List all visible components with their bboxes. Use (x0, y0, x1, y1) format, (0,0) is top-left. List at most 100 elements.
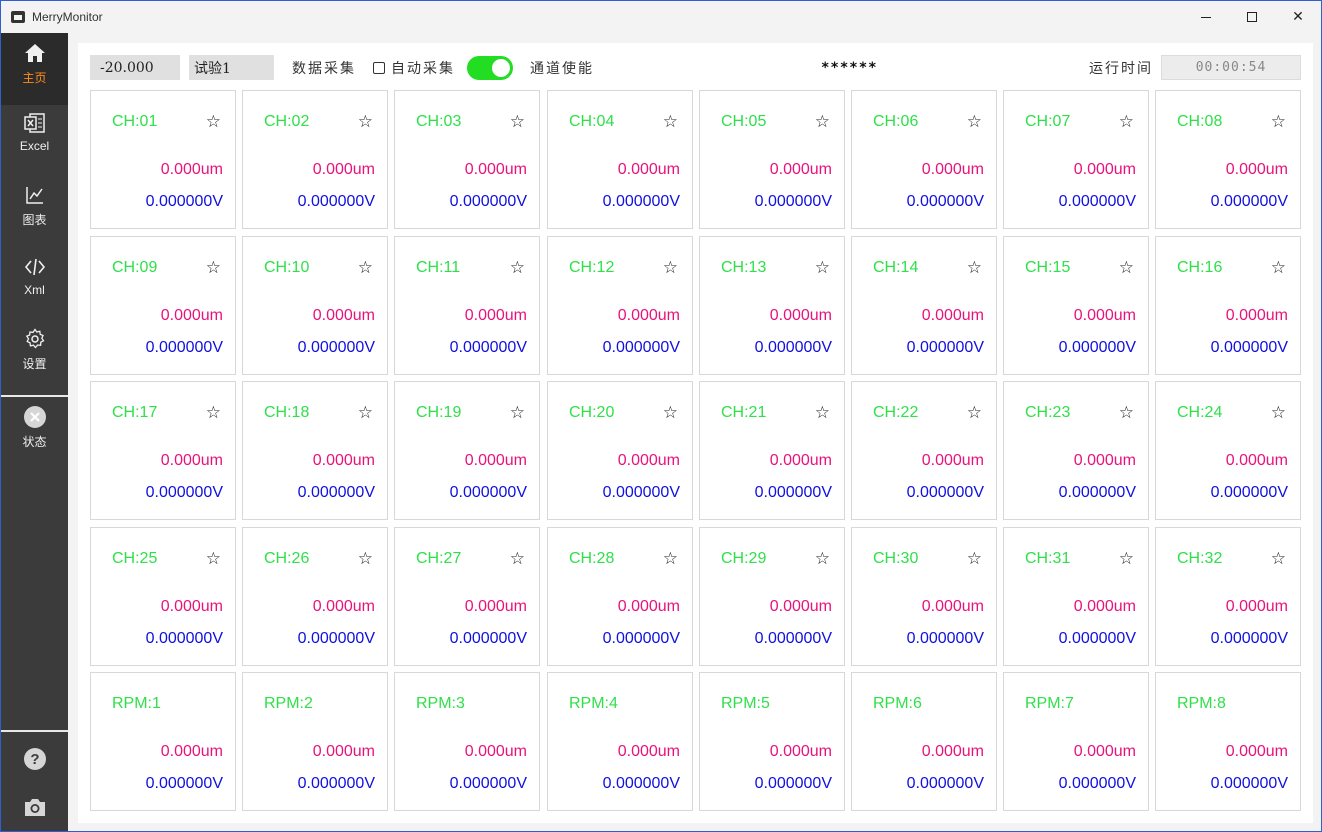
channel-card[interactable]: CH:29 ☆ 0.000um 0.000000V (699, 527, 845, 666)
channel-card[interactable]: CH:23 ☆ 0.000um 0.000000V (1003, 381, 1149, 520)
channel-card[interactable]: CH:32 ☆ 0.000um 0.000000V (1155, 527, 1301, 666)
channel-displacement: 0.000um (617, 598, 680, 615)
star-icon[interactable]: ☆ (815, 258, 830, 278)
star-icon[interactable]: ☆ (510, 549, 525, 569)
star-icon[interactable]: ☆ (1119, 549, 1134, 569)
channel-card[interactable]: CH:26 ☆ 0.000um 0.000000V (242, 527, 388, 666)
channel-displacement: 0.000um (769, 452, 832, 469)
channel-card[interactable]: RPM:5 0.000um 0.000000V (699, 672, 845, 811)
channel-card[interactable]: CH:15 ☆ 0.000um 0.000000V (1003, 236, 1149, 375)
channel-card[interactable]: CH:31 ☆ 0.000um 0.000000V (1003, 527, 1149, 666)
star-icon[interactable]: ☆ (967, 258, 982, 278)
channel-card[interactable]: CH:28 ☆ 0.000um 0.000000V (547, 527, 693, 666)
minimize-button[interactable] (1183, 1, 1229, 33)
channel-card[interactable]: CH:21 ☆ 0.000um 0.000000V (699, 381, 845, 520)
value-input[interactable]: -20.000 (90, 55, 180, 80)
channel-card[interactable]: CH:10 ☆ 0.000um 0.000000V (242, 236, 388, 375)
star-icon[interactable]: ☆ (1119, 112, 1134, 132)
sidebar-item-settings[interactable]: 设置 (1, 327, 68, 393)
channel-card[interactable]: RPM:3 0.000um 0.000000V (394, 672, 540, 811)
channel-card[interactable]: RPM:2 0.000um 0.000000V (242, 672, 388, 811)
channel-card[interactable]: CH:06 ☆ 0.000um 0.000000V (851, 90, 997, 229)
close-button[interactable]: ✕ (1275, 1, 1321, 33)
channel-card[interactable]: CH:11 ☆ 0.000um 0.000000V (394, 236, 540, 375)
star-icon[interactable]: ☆ (510, 403, 525, 423)
channel-voltage: 0.000000V (602, 630, 680, 647)
channel-card[interactable]: CH:07 ☆ 0.000um 0.000000V (1003, 90, 1149, 229)
star-icon[interactable]: ☆ (1271, 112, 1286, 132)
star-icon[interactable]: ☆ (1271, 258, 1286, 278)
channel-card[interactable]: CH:16 ☆ 0.000um 0.000000V (1155, 236, 1301, 375)
data-collect-button[interactable]: 数据采集 (292, 58, 356, 78)
channel-name: CH:28 (569, 550, 615, 567)
star-icon[interactable]: ☆ (206, 403, 221, 423)
channel-card[interactable]: CH:13 ☆ 0.000um 0.000000V (699, 236, 845, 375)
channel-card[interactable]: CH:12 ☆ 0.000um 0.000000V (547, 236, 693, 375)
star-icon[interactable]: ☆ (358, 403, 373, 423)
star-icon[interactable]: ☆ (663, 403, 678, 423)
experiment-name-input[interactable]: 试验1 (189, 55, 274, 80)
star-icon[interactable]: ☆ (1271, 549, 1286, 569)
star-icon[interactable]: ☆ (663, 112, 678, 132)
channel-card[interactable]: RPM:6 0.000um 0.000000V (851, 672, 997, 811)
channel-card[interactable]: RPM:1 0.000um 0.000000V (90, 672, 236, 811)
channel-card[interactable]: CH:08 ☆ 0.000um 0.000000V (1155, 90, 1301, 229)
star-icon[interactable]: ☆ (815, 112, 830, 132)
sidebar-item-home[interactable]: 主页 (1, 33, 68, 105)
screenshot-button[interactable] (1, 795, 68, 825)
channel-card[interactable]: RPM:8 0.000um 0.000000V (1155, 672, 1301, 811)
channel-card[interactable]: CH:09 ☆ 0.000um 0.000000V (90, 236, 236, 375)
channel-card[interactable]: CH:14 ☆ 0.000um 0.000000V (851, 236, 997, 375)
channel-enable-toggle[interactable] (467, 56, 513, 80)
star-icon[interactable]: ☆ (1271, 403, 1286, 423)
channel-card[interactable]: CH:25 ☆ 0.000um 0.000000V (90, 527, 236, 666)
star-icon[interactable]: ☆ (358, 258, 373, 278)
star-icon[interactable]: ☆ (967, 112, 982, 132)
channel-card[interactable]: CH:01 ☆ 0.000um 0.000000V (90, 90, 236, 229)
channel-displacement: 0.000um (769, 598, 832, 615)
sidebar-item-label: Excel (19, 139, 50, 153)
star-icon[interactable]: ☆ (206, 258, 221, 278)
star-icon[interactable]: ☆ (510, 112, 525, 132)
sidebar-item-chart[interactable]: 图表 (1, 183, 68, 249)
sidebar-item-status[interactable]: 状态 (1, 405, 68, 471)
channel-name: RPM:1 (112, 695, 161, 712)
star-icon[interactable]: ☆ (815, 403, 830, 423)
star-icon[interactable]: ☆ (663, 549, 678, 569)
channel-card[interactable]: CH:19 ☆ 0.000um 0.000000V (394, 381, 540, 520)
sidebar-item-xml[interactable]: Xml (1, 255, 68, 321)
star-icon[interactable]: ☆ (967, 403, 982, 423)
channel-card[interactable]: CH:03 ☆ 0.000um 0.000000V (394, 90, 540, 229)
channel-card[interactable]: CH:04 ☆ 0.000um 0.000000V (547, 90, 693, 229)
maximize-button[interactable] (1229, 1, 1275, 33)
channel-card[interactable]: CH:20 ☆ 0.000um 0.000000V (547, 381, 693, 520)
channel-name: CH:29 (721, 550, 767, 567)
star-icon[interactable]: ☆ (358, 112, 373, 132)
star-icon[interactable]: ☆ (1119, 403, 1134, 423)
channel-card[interactable]: CH:05 ☆ 0.000um 0.000000V (699, 90, 845, 229)
channel-displacement: 0.000um (1225, 307, 1288, 324)
star-icon[interactable]: ☆ (358, 549, 373, 569)
star-icon[interactable]: ☆ (967, 549, 982, 569)
channel-card[interactable]: CH:27 ☆ 0.000um 0.000000V (394, 527, 540, 666)
channel-card[interactable]: RPM:4 0.000um 0.000000V (547, 672, 693, 811)
channel-card[interactable]: RPM:7 0.000um 0.000000V (1003, 672, 1149, 811)
star-icon[interactable]: ☆ (815, 549, 830, 569)
star-icon[interactable]: ☆ (510, 258, 525, 278)
auto-collect-checkbox[interactable] (373, 62, 385, 74)
channel-card[interactable]: CH:30 ☆ 0.000um 0.000000V (851, 527, 997, 666)
channel-displacement: 0.000um (312, 307, 375, 324)
channel-card[interactable]: CH:18 ☆ 0.000um 0.000000V (242, 381, 388, 520)
star-icon[interactable]: ☆ (663, 258, 678, 278)
channel-card[interactable]: CH:24 ☆ 0.000um 0.000000V (1155, 381, 1301, 520)
help-button[interactable]: ? (1, 747, 68, 777)
star-icon[interactable]: ☆ (1119, 258, 1134, 278)
channel-card[interactable]: CH:02 ☆ 0.000um 0.000000V (242, 90, 388, 229)
sidebar-item-excel[interactable]: Excel (1, 111, 68, 177)
channel-voltage: 0.000000V (297, 775, 375, 792)
channel-card[interactable]: CH:22 ☆ 0.000um 0.000000V (851, 381, 997, 520)
star-icon[interactable]: ☆ (206, 112, 221, 132)
channel-card[interactable]: CH:17 ☆ 0.000um 0.000000V (90, 381, 236, 520)
star-icon[interactable]: ☆ (206, 549, 221, 569)
channel-voltage: 0.000000V (602, 775, 680, 792)
